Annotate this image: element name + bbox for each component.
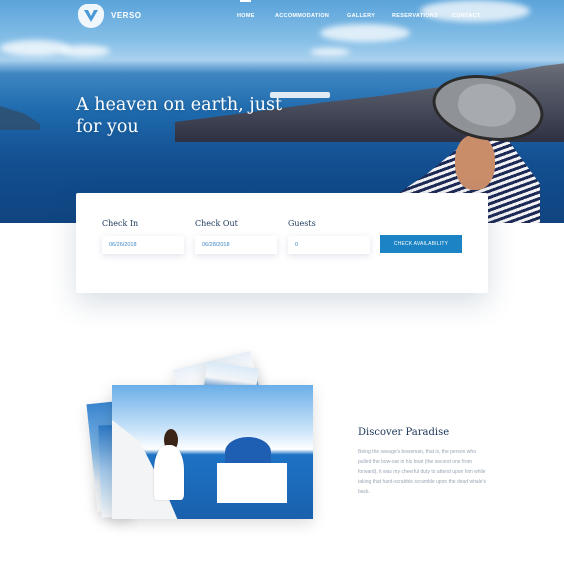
discover-title: Discover Paradise — [358, 427, 450, 438]
hero-title: A heaven on earth, just for you — [76, 95, 283, 137]
check-in-field[interactable]: 06/26/2018 — [102, 236, 184, 254]
island-left — [0, 106, 40, 130]
check-availability-button[interactable]: CHECK AVAILABILITY — [380, 235, 462, 253]
guests-field[interactable]: 0 — [288, 236, 370, 254]
nav-active-indicator — [240, 0, 251, 2]
check-out-label: Check Out — [195, 219, 238, 228]
booking-panel: Check In Check Out Guests 06/26/2018 06/… — [76, 193, 488, 293]
nav-item-gallery[interactable]: GALLERY — [347, 13, 375, 19]
cloud — [0, 40, 70, 56]
brand-name[interactable]: VERSO — [111, 11, 142, 20]
nav-item-accommodation[interactable]: ACCOMMODATION — [275, 13, 329, 19]
nav-item-home[interactable]: HOME — [237, 13, 255, 19]
nav-item-reservations[interactable]: RESERVATIONS — [392, 13, 438, 19]
woman-shoulder — [455, 135, 495, 190]
nav-item-contact[interactable]: CONTACT — [452, 13, 481, 19]
church — [217, 463, 287, 503]
guests-label: Guests — [288, 219, 316, 228]
girl-figure — [154, 445, 184, 500]
cloud — [320, 24, 410, 42]
cloud — [60, 45, 110, 57]
v-shield-icon — [84, 10, 98, 22]
check-out-field[interactable]: 06/28/2018 — [195, 236, 277, 254]
cloud — [310, 48, 350, 56]
discover-text: Being the savage's bowsman, that is, the… — [358, 449, 486, 495]
gallery-main-photo[interactable] — [112, 385, 313, 519]
check-in-label: Check In — [102, 219, 139, 228]
